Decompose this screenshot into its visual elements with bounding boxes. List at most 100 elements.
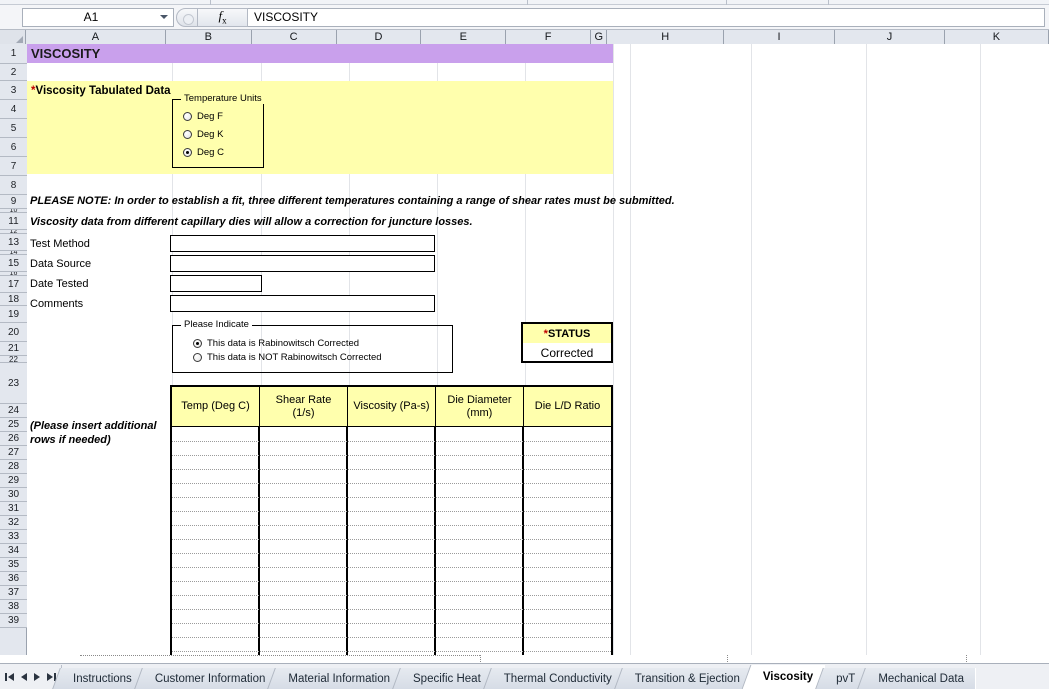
sheet-tab-viscosity[interactable]: Viscosity [751,665,826,689]
table-row[interactable] [172,511,611,512]
table-row[interactable] [172,623,611,624]
radio-option-rabinowitsch-not-corrected[interactable]: This data is NOT Rabinowitsch Corrected [193,352,382,363]
row-header-17[interactable]: 17 [0,276,27,293]
date-tested-input[interactable] [170,275,262,292]
column-header-f[interactable]: F [506,30,592,44]
row-header-2[interactable]: 2 [0,64,27,81]
row-header-39[interactable]: 39 [0,614,27,628]
row-header-22[interactable]: 22 [0,356,27,363]
name-box[interactable]: A1 [22,7,174,27]
column-header-g[interactable]: G [591,30,608,44]
row-header-23[interactable]: 23 [0,363,27,404]
radio-icon-deg-f[interactable] [183,112,192,121]
row-header-34[interactable]: 34 [0,544,27,558]
table-row[interactable] [172,497,611,498]
cell-a1-title-band[interactable]: VISCOSITY [27,44,613,63]
row-header-7[interactable]: 7 [0,157,27,176]
sheet-tab-customer-information[interactable]: Customer Information [143,668,278,689]
row-header-6[interactable]: 6 [0,138,27,157]
column-header-h[interactable]: H [607,30,725,44]
sheet-tab-material-information[interactable]: Material Information [277,668,403,689]
viscosity-data-table: Temp (Deg C) Shear Rate (1/s) Viscosity (… [170,385,613,663]
table-row[interactable] [172,539,611,540]
insert-function-round-button[interactable] [176,7,198,27]
test-method-input[interactable] [170,235,435,252]
row-header-30[interactable]: 30 [0,488,27,502]
table-row[interactable] [172,553,611,554]
row-header-28[interactable]: 28 [0,460,27,474]
column-header-j[interactable]: J [834,30,945,44]
row-header-8[interactable]: 8 [0,176,27,195]
table-row[interactable] [172,483,611,484]
row-header-27[interactable]: 27 [0,446,27,460]
row-header-24[interactable]: 24 [0,404,27,418]
sheet-tab-transition-and-ejection[interactable]: Transition & Ejection [623,668,752,689]
previous-sheet-icon[interactable] [21,673,27,681]
sheet-cells-area[interactable]: VISCOSITY *Viscosity Tabulated Data Temp… [27,44,1049,663]
row-header-26[interactable]: 26 [0,432,27,446]
row-header-32[interactable]: 32 [0,516,27,530]
row-header-25[interactable]: 25 [0,418,27,432]
chevron-down-icon[interactable] [160,15,168,19]
column-header-b[interactable]: B [165,30,252,44]
column-header-e[interactable]: E [421,30,507,44]
row-header-9[interactable]: 9 [0,195,27,209]
row-header-11[interactable]: 11 [0,213,27,230]
column-header-a[interactable]: A [26,30,166,44]
table-row[interactable] [172,567,611,568]
sheet-tab-mechanical-data[interactable]: Mechanical Data [867,668,976,689]
row-header-1[interactable]: 1 [0,44,27,64]
table-row[interactable] [172,637,611,638]
column-header-i[interactable]: I [724,30,835,44]
radio-option-deg-c[interactable]: Deg C [183,147,224,158]
column-header-c[interactable]: C [251,30,337,44]
column-header-k[interactable]: K [944,30,1049,44]
row-header-31[interactable]: 31 [0,502,27,516]
row-header-35[interactable]: 35 [0,558,27,572]
row-header-15[interactable]: 15 [0,255,27,272]
please-indicate-groupbox: Please Indicate This data is Rabinowitsc… [172,319,453,373]
row-header-38[interactable]: 38 [0,600,27,614]
table-row[interactable] [172,651,611,652]
row-header-20[interactable]: 20 [0,323,27,342]
sheet-tab-instructions[interactable]: Instructions [62,668,144,689]
table-row[interactable] [172,455,611,456]
first-sheet-icon[interactable] [5,673,14,681]
field-label-data-source: Data Source [30,258,92,270]
row-header-29[interactable]: 29 [0,474,27,488]
insert-function-button[interactable]: fx [198,7,248,27]
row-header-37[interactable]: 37 [0,586,27,600]
table-row[interactable] [172,525,611,526]
row-header-13[interactable]: 13 [0,234,27,251]
row-header-18[interactable]: 18 [0,293,27,306]
table-row[interactable] [172,581,611,582]
data-source-input[interactable] [170,255,435,272]
radio-icon-rabinowitsch-not-corrected[interactable] [193,353,202,362]
row-header-21[interactable]: 21 [0,342,27,356]
table-row[interactable] [172,609,611,610]
row-header-33[interactable]: 33 [0,530,27,544]
select-all-corner[interactable] [0,30,27,44]
row-header-36[interactable]: 36 [0,572,27,586]
column-header-die-ld-ratio: Die L/D Ratio [534,400,601,412]
radio-icon-deg-k[interactable] [183,130,192,139]
radio-option-deg-k[interactable]: Deg K [183,129,223,140]
radio-option-deg-f[interactable]: Deg F [183,111,223,122]
row-header-19[interactable]: 19 [0,306,27,323]
table-row[interactable] [172,595,611,596]
radio-option-rabinowitsch-corrected[interactable]: This data is Rabinowitsch Corrected [193,338,359,349]
sheet-tab-specific-heat[interactable]: Specific Heat [402,668,493,689]
comments-input[interactable] [170,295,435,312]
radio-icon-deg-c[interactable] [183,148,192,157]
formula-input[interactable]: VISCOSITY [248,7,1045,27]
data-table-body[interactable] [170,427,613,663]
radio-icon-rabinowitsch-corrected[interactable] [193,339,202,348]
row-header-3[interactable]: 3 [0,81,27,100]
column-header-d[interactable]: D [336,30,422,44]
sheet-tab-thermal-conductivity[interactable]: Thermal Conductivity [492,668,624,689]
table-row[interactable] [172,441,611,442]
row-header-5[interactable]: 5 [0,119,27,138]
row-header-4[interactable]: 4 [0,100,27,119]
table-row[interactable] [172,469,611,470]
next-sheet-icon[interactable] [34,673,40,681]
